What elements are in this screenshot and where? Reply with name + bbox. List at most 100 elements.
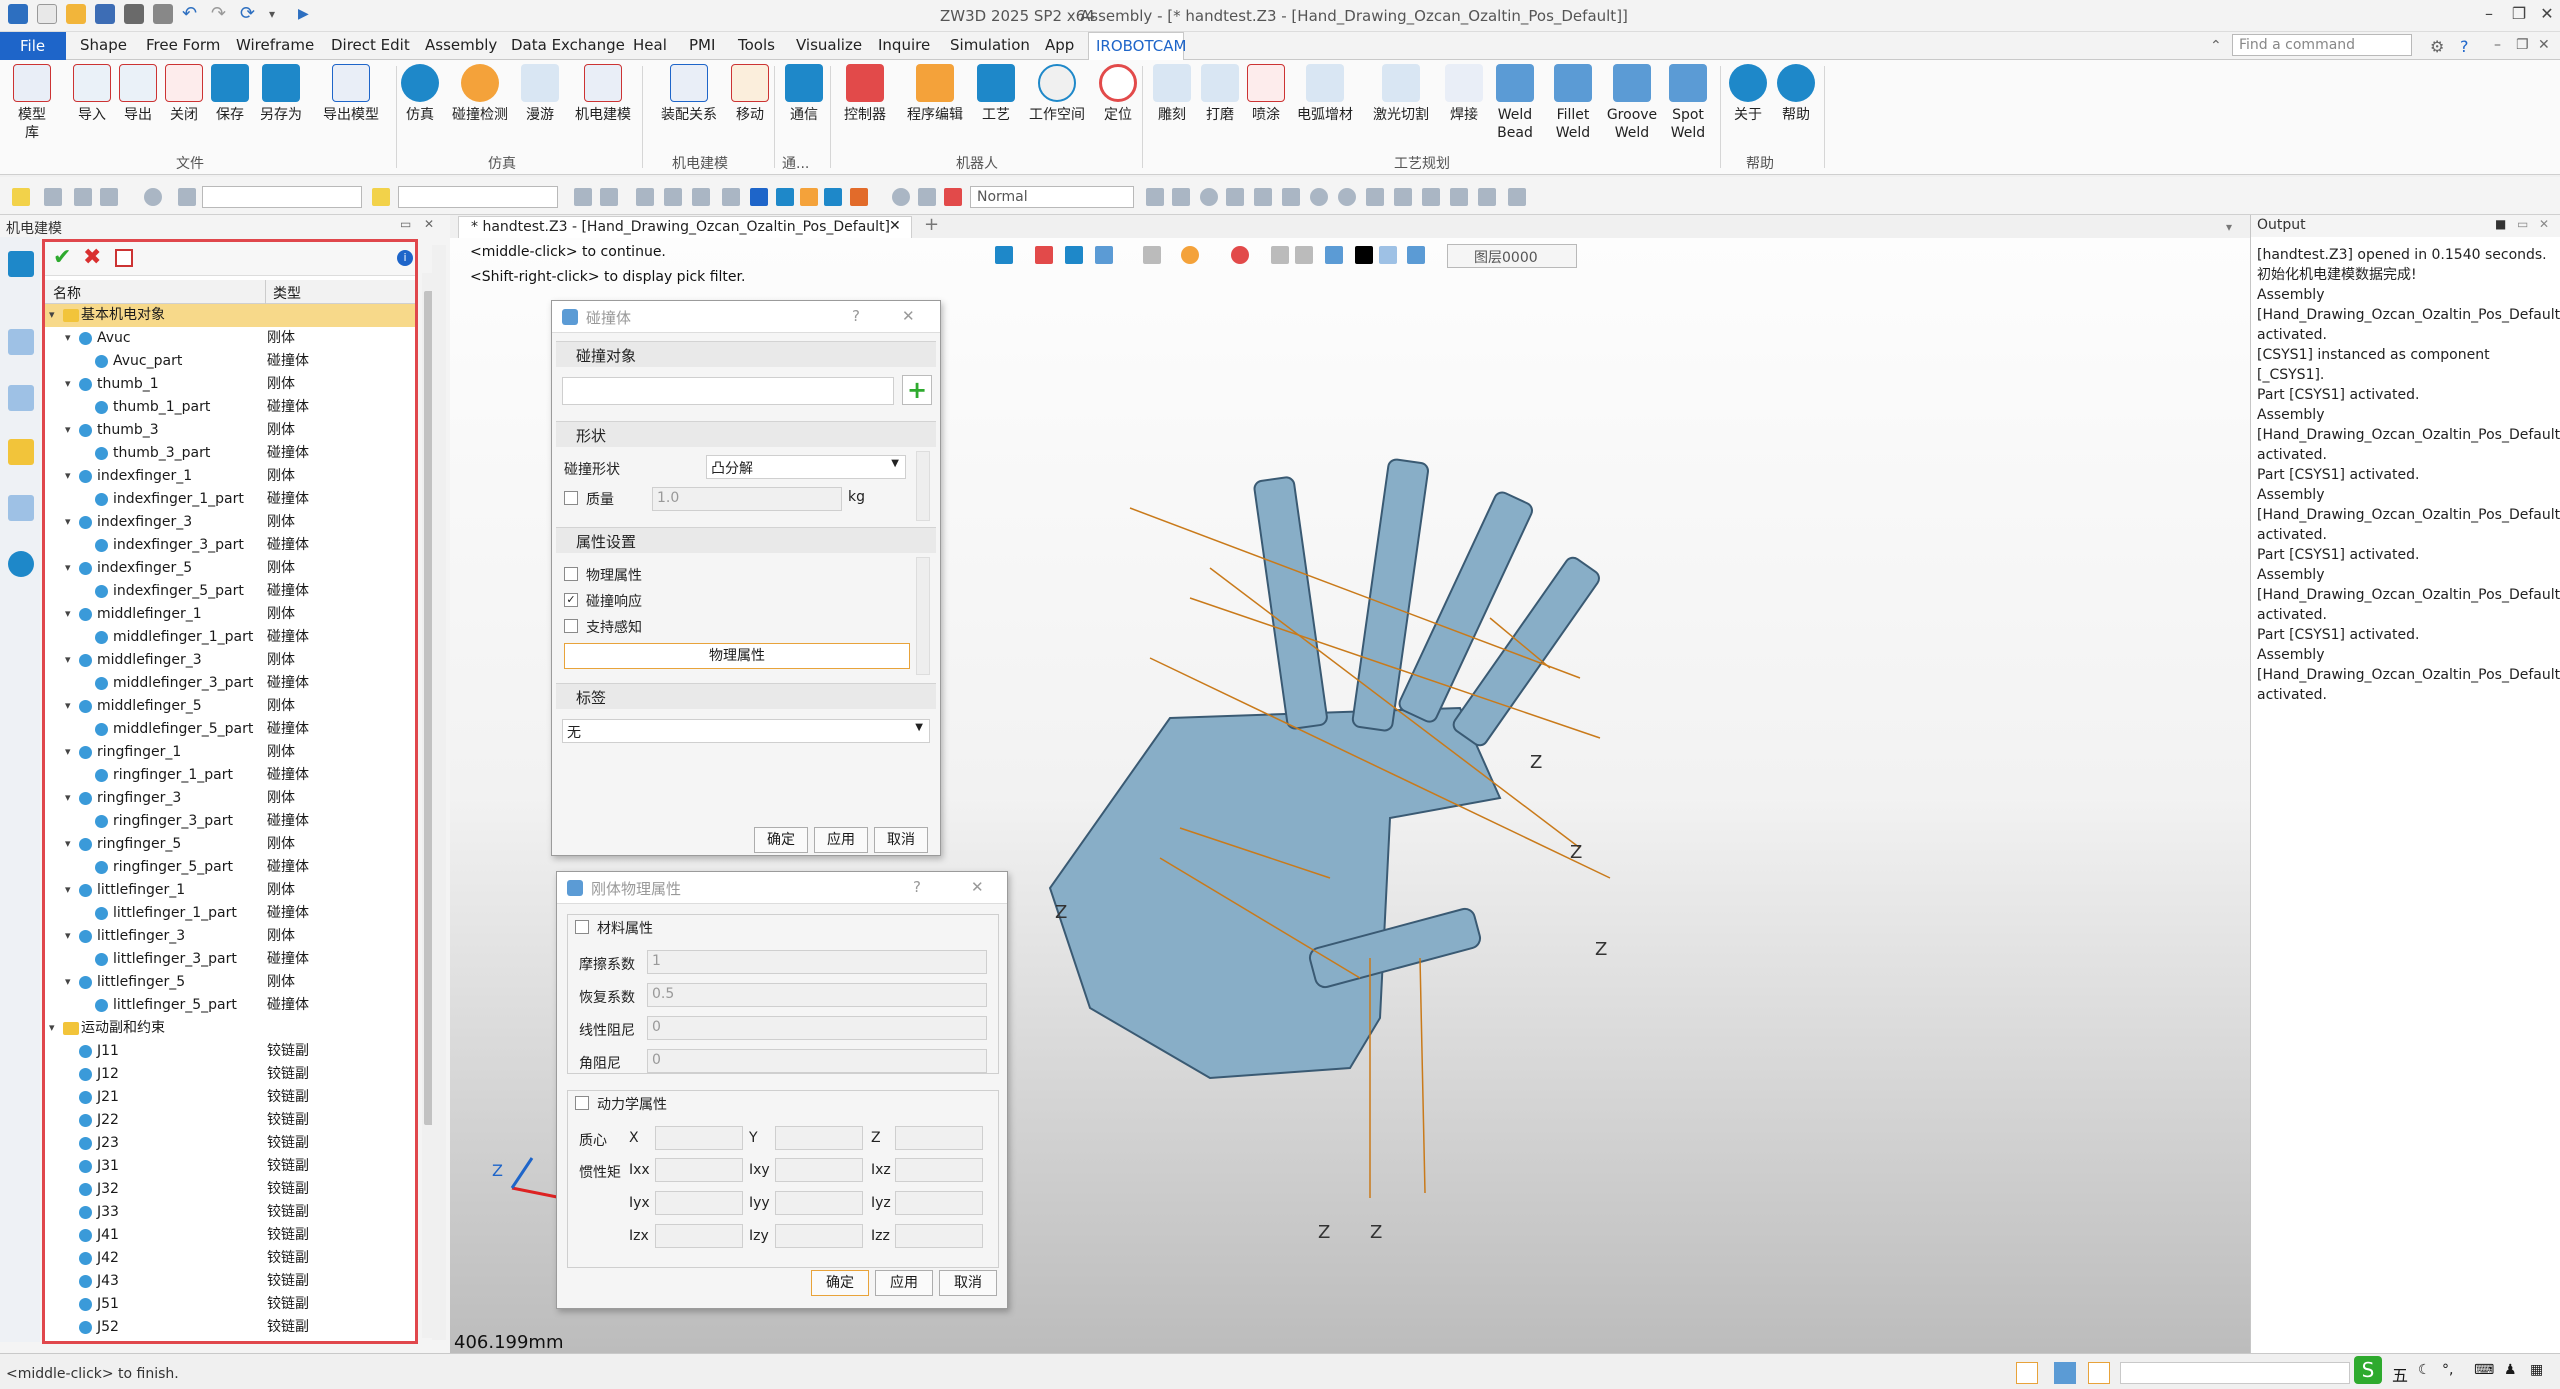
tree-row[interactable]: ▾ ringfinger_5 刚体	[45, 833, 415, 856]
tree-row[interactable]: ▾ middlefinger_3 刚体	[45, 649, 415, 672]
tree-row[interactable]: middlefinger_3_part 碰撞体	[45, 672, 415, 695]
collision-detect-button[interactable]: 碰撞检测	[448, 64, 512, 124]
menu-heal[interactable]: Heal	[633, 36, 667, 54]
sweep-icon[interactable]	[1478, 188, 1496, 206]
shape-scrollbar[interactable]	[916, 451, 930, 521]
add-icon[interactable]	[100, 188, 118, 206]
assembly-tree-icon[interactable]	[8, 329, 34, 355]
tab-irobotcam[interactable]: IROBOTCAM	[1088, 32, 1186, 60]
model-library-button[interactable]: 模型库	[12, 64, 52, 142]
section-tag[interactable]: 标签	[556, 683, 936, 709]
expand-caret-icon[interactable]: ▾	[65, 603, 71, 625]
close-window-button[interactable]: ✕	[2532, 4, 2560, 28]
play-circle-icon[interactable]	[1200, 188, 1218, 206]
expand-caret-icon[interactable]: ▾	[65, 465, 71, 487]
delete-x-icon[interactable]: ✖	[83, 246, 101, 270]
shape-icon[interactable]	[144, 188, 162, 206]
welding-button[interactable]: 焊接	[1442, 64, 1486, 124]
tree-row[interactable]: J42 铰链副	[45, 1247, 415, 1270]
workspace-button[interactable]: 工作空间	[1024, 64, 1090, 124]
tree-row[interactable]: J43 铰链副	[45, 1270, 415, 1293]
save-all-icon[interactable]	[124, 4, 144, 24]
select-arrow-icon[interactable]	[1146, 188, 1164, 206]
tree-folder[interactable]: ▾ 运动副和约束	[45, 1017, 415, 1040]
ime-logo-icon[interactable]: S	[2354, 1356, 2382, 1384]
tag-select[interactable]: 无 ▼	[562, 719, 930, 743]
expand-caret-icon[interactable]: ▾	[65, 741, 71, 763]
section-collision-object[interactable]: 碰撞对象	[556, 341, 936, 367]
help-icon[interactable]: ?	[2460, 37, 2469, 56]
expand-caret-icon[interactable]: ▾	[65, 879, 71, 901]
stop-icon[interactable]	[944, 188, 962, 206]
export-button[interactable]: 导出	[118, 64, 158, 124]
mass-checkbox[interactable]	[564, 491, 578, 505]
cancel-button[interactable]: 取消	[939, 1270, 997, 1296]
render-mode-combo[interactable]: Normal	[970, 186, 1134, 208]
tree-row[interactable]: ▾ indexfinger_5 刚体	[45, 557, 415, 580]
refresh-icon[interactable]: ⟳	[240, 4, 260, 24]
arc-icon[interactable]	[1422, 188, 1440, 206]
trim-icon[interactable]	[1450, 188, 1468, 206]
tree-row[interactable]: J41 铰链副	[45, 1224, 415, 1247]
layer-icon[interactable]	[8, 495, 34, 521]
tree-folder[interactable]: ▾ 基本机电对象	[45, 304, 415, 327]
close-button[interactable]: 关闭	[164, 64, 204, 124]
sensing-checkbox[interactable]	[564, 619, 578, 633]
iyx-input[interactable]	[655, 1191, 743, 1215]
tree-row[interactable]: indexfinger_1_part 碰撞体	[45, 488, 415, 511]
expand-caret-icon[interactable]: ▾	[65, 557, 71, 579]
copy-icon[interactable]	[824, 188, 842, 206]
restitution-input[interactable]: 0.5	[647, 983, 987, 1007]
controller-button[interactable]: 控制器	[840, 64, 890, 124]
select-icon[interactable]	[12, 188, 30, 206]
output-close-icon[interactable]: ✕	[2539, 217, 2549, 231]
angular-damping-input[interactable]: 0	[647, 1049, 987, 1073]
ribbon-collapse-icon[interactable]: ⌃	[2210, 38, 2222, 54]
process-button[interactable]: 工艺	[976, 64, 1016, 124]
status-input[interactable]	[2120, 1362, 2350, 1384]
expand-caret-icon[interactable]: ▾	[65, 649, 71, 671]
export-model-button[interactable]: 导出模型	[316, 64, 386, 124]
tree-row[interactable]: ▾ middlefinger_1 刚体	[45, 603, 415, 626]
align-top-icon[interactable]	[722, 188, 740, 206]
laser-cut-button[interactable]: 激光切割	[1366, 64, 1436, 124]
column-type[interactable]: 类型	[273, 283, 301, 303]
confirm-check-icon[interactable]: ✔	[53, 246, 71, 270]
cursor-icon[interactable]	[750, 188, 768, 206]
move-button[interactable]: 移动	[730, 64, 770, 124]
undo-icon[interactable]: ↶	[182, 4, 202, 24]
zoom-icon[interactable]	[1172, 188, 1190, 206]
save-icon[interactable]	[95, 4, 115, 24]
ixz-input[interactable]	[895, 1158, 983, 1182]
expand-caret-icon[interactable]: ▾	[65, 373, 71, 395]
save-as-button[interactable]: 另存为	[256, 64, 306, 124]
apply-button[interactable]: 应用	[875, 1270, 933, 1296]
expand-caret-icon[interactable]: ▾	[65, 787, 71, 809]
menu-shape[interactable]: Shape	[80, 36, 127, 54]
menu-visualize[interactable]: Visualize	[796, 36, 862, 54]
menu-direct-edit[interactable]: Direct Edit	[331, 36, 410, 54]
filter-icon[interactable]	[44, 188, 62, 206]
expand-caret-icon[interactable]: ▾	[65, 511, 71, 533]
arc-additive-button[interactable]: 电弧增材	[1292, 64, 1358, 124]
apply-button[interactable]: 应用	[814, 827, 868, 853]
collision-response-checkbox[interactable]: ✓	[564, 593, 578, 607]
tree-row[interactable]: ▾ middlefinger_5 刚体	[45, 695, 415, 718]
physics-checkbox[interactable]	[564, 567, 578, 581]
tree-row[interactable]: J21 铰链副	[45, 1086, 415, 1109]
polish-button[interactable]: 打磨	[1198, 64, 1242, 124]
keyboard-icon[interactable]: ⌨	[2474, 1362, 2494, 1378]
tree-row[interactable]: littlefinger_5_part 碰撞体	[45, 994, 415, 1017]
paste-icon[interactable]	[850, 188, 868, 206]
new-file-icon[interactable]	[37, 4, 57, 24]
tree-row[interactable]: J31 铰链副	[45, 1155, 415, 1178]
linear-damping-input[interactable]: 0	[647, 1016, 987, 1040]
edit-icon[interactable]	[115, 249, 133, 267]
tree-row[interactable]: ▾ ringfinger_1 刚体	[45, 741, 415, 764]
groove-weld-button[interactable]: Groove Weld	[1604, 64, 1660, 142]
props-scrollbar[interactable]	[916, 557, 930, 675]
file-tab[interactable]: File	[0, 32, 66, 60]
dropdown-icon[interactable]: ▾	[269, 4, 289, 24]
circle-icon[interactable]	[1338, 188, 1356, 206]
curve-icon[interactable]	[1366, 188, 1384, 206]
